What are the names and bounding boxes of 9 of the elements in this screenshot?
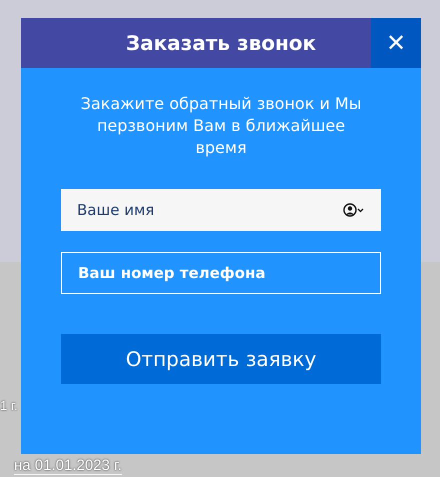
dialog-message: Закажите обратный звонок и Мы перзвоним Вам в ближайшее время bbox=[80, 93, 362, 159]
close-button[interactable]: ✕ bbox=[371, 18, 421, 68]
name-field[interactable]: Ваше имя bbox=[61, 189, 381, 231]
phone-field[interactable]: Ваш номер телефона bbox=[61, 252, 381, 294]
submit-button[interactable]: Отправить заявку bbox=[61, 334, 381, 384]
page-text: на 01.01.2023 г. bbox=[14, 457, 122, 475]
dialog-title: Заказать звонок bbox=[124, 30, 318, 57]
page-text: 1 г. bbox=[0, 398, 18, 413]
autofill-icon[interactable] bbox=[343, 203, 365, 217]
